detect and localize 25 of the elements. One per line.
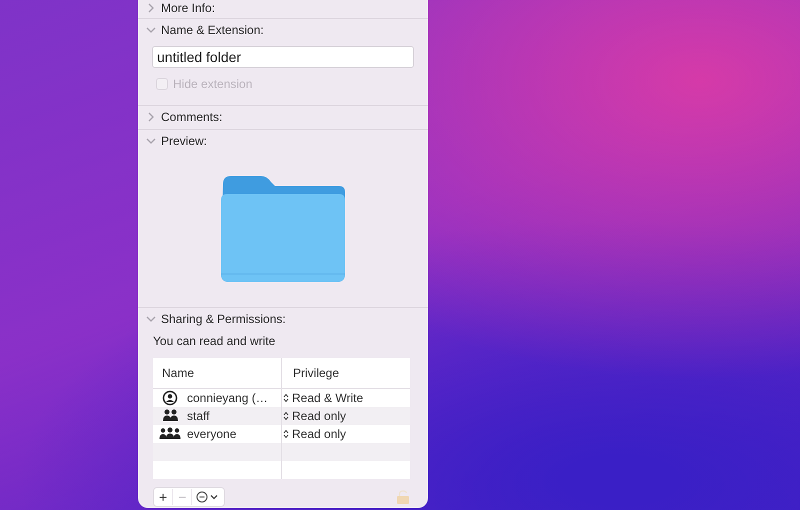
add-button[interactable]: + <box>154 489 174 505</box>
three-people-icon <box>159 426 181 442</box>
name-field[interactable]: untitled folder <box>152 46 414 68</box>
person-circle-icon <box>162 390 178 406</box>
table-cell: staff <box>187 409 210 423</box>
table-cell: connieyang (… <box>187 391 268 405</box>
section-title: Name & Extension: <box>161 23 264 37</box>
privilege-popup[interactable]: Read & Write <box>281 389 364 407</box>
two-people-icon <box>162 408 178 424</box>
section-title: Preview: <box>161 134 208 148</box>
up-down-chevron-icon <box>283 411 289 421</box>
disclosure-chevron-right-icon[interactable] <box>146 2 156 14</box>
disclosure-chevron-right-icon[interactable] <box>146 111 156 123</box>
ellipsis-circle-chevron-icon <box>196 491 220 503</box>
privilege-popup[interactable]: Read only <box>281 407 346 425</box>
column-header[interactable]: Name <box>153 366 281 380</box>
section-title: More Info: <box>161 0 216 14</box>
section-title: Comments: <box>161 110 222 124</box>
table-cell: everyone <box>187 427 236 441</box>
privilege-popup[interactable]: Read only <box>281 425 346 443</box>
up-down-chevron-icon <box>283 429 289 439</box>
column-header[interactable]: Privilege <box>281 366 340 380</box>
up-down-chevron-icon <box>283 393 289 403</box>
permission-status: You can read and write <box>153 334 276 348</box>
section-title: Sharing & Permissions: <box>161 312 286 326</box>
